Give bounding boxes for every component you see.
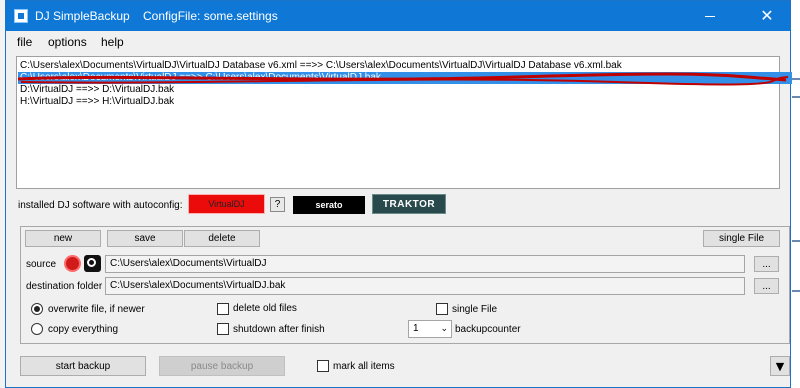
copy-everything-label: copy everything bbox=[48, 324, 119, 335]
minimize-icon bbox=[705, 15, 715, 17]
single-file-button[interactable]: single File bbox=[703, 230, 780, 247]
backupcounter-select[interactable]: 1 ⌄ bbox=[408, 320, 452, 338]
destination-path-field[interactable]: C:\Users\alex\Documents\VirtualDJ.bak bbox=[105, 277, 745, 295]
app-window: DJ SimpleBackup ConfigFile: some.setting… bbox=[5, 0, 792, 388]
more-options-dropdown[interactable]: ▼ bbox=[770, 356, 790, 376]
pause-backup-button[interactable]: pause backup bbox=[159, 356, 285, 376]
new-button[interactable]: new bbox=[25, 230, 101, 247]
shutdown-label: shutdown after finish bbox=[233, 324, 325, 335]
app-icon bbox=[14, 9, 28, 23]
delete-old-files-checkbox[interactable] bbox=[217, 303, 229, 315]
start-backup-button[interactable]: start backup bbox=[20, 356, 146, 376]
minimize-button[interactable] bbox=[687, 1, 733, 31]
source-browse-button[interactable]: ... bbox=[754, 256, 779, 272]
traktor-button[interactable]: TRAKTOR bbox=[372, 194, 446, 214]
source-path-field[interactable]: C:\Users\alex\Documents\VirtualDJ bbox=[105, 255, 745, 273]
backupcounter-value: 1 bbox=[413, 323, 419, 334]
destination-label: destination folder bbox=[26, 281, 103, 292]
config-file-title: ConfigFile: some.settings bbox=[143, 9, 278, 23]
backupcounter-label: backupcounter bbox=[455, 324, 521, 335]
source-label: source bbox=[26, 259, 57, 270]
desktop-background-right bbox=[790, 0, 800, 388]
overwrite-label: overwrite file, if newer bbox=[48, 304, 145, 315]
delete-old-files-label: delete old files bbox=[233, 303, 297, 314]
window-title: DJ SimpleBackup bbox=[35, 9, 130, 23]
single-file-checkbox[interactable] bbox=[436, 303, 448, 315]
list-item[interactable]: C:\Users\alex\Documents\VirtualDJ\Virtua… bbox=[20, 60, 622, 72]
delete-button[interactable]: delete bbox=[184, 230, 260, 247]
save-button[interactable]: save bbox=[107, 230, 183, 247]
menu-options[interactable]: options bbox=[48, 35, 87, 49]
copy-everything-radio[interactable] bbox=[31, 323, 43, 335]
list-item[interactable]: H:\VirtualDJ ==>> H:\VirtualDJ.bak bbox=[20, 96, 174, 108]
traktor-source-icon[interactable] bbox=[84, 255, 101, 272]
title-bar[interactable]: DJ SimpleBackup ConfigFile: some.setting… bbox=[6, 1, 790, 31]
virtualdj-source-icon[interactable] bbox=[64, 255, 81, 272]
mark-all-label: mark all items bbox=[333, 361, 395, 372]
close-icon: ✕ bbox=[760, 6, 774, 25]
autoconfig-help-button[interactable]: ? bbox=[270, 197, 285, 212]
overwrite-radio[interactable] bbox=[31, 303, 43, 315]
list-item-selected[interactable]: C:\Users\alex\Documents\VirtualDJ ==>> C… bbox=[18, 72, 792, 84]
chevron-down-icon: ⌄ bbox=[440, 324, 448, 334]
list-item[interactable]: D:\VirtualDJ ==>> D:\VirtualDJ.bak bbox=[20, 84, 174, 96]
menu-help[interactable]: help bbox=[101, 35, 124, 49]
backup-list[interactable]: C:\Users\alex\Documents\VirtualDJ\Virtua… bbox=[16, 56, 792, 189]
menu-bar: file options help bbox=[6, 31, 790, 53]
desktop-marker bbox=[792, 78, 800, 80]
autoconfig-label: installed DJ software with autoconfig: bbox=[18, 200, 183, 211]
serato-button[interactable]: serato bbox=[293, 196, 365, 214]
desktop-marker bbox=[792, 96, 800, 98]
mark-all-checkbox[interactable] bbox=[317, 360, 329, 372]
desktop-marker bbox=[792, 240, 800, 242]
single-file-label: single File bbox=[452, 304, 498, 315]
close-button[interactable]: ✕ bbox=[744, 1, 790, 31]
menu-file[interactable]: file bbox=[17, 35, 32, 49]
desktop-marker bbox=[792, 290, 800, 292]
virtualdj-button[interactable]: VirtualDJ bbox=[188, 194, 265, 214]
destination-browse-button[interactable]: ... bbox=[754, 278, 779, 294]
shutdown-checkbox[interactable] bbox=[217, 323, 229, 335]
